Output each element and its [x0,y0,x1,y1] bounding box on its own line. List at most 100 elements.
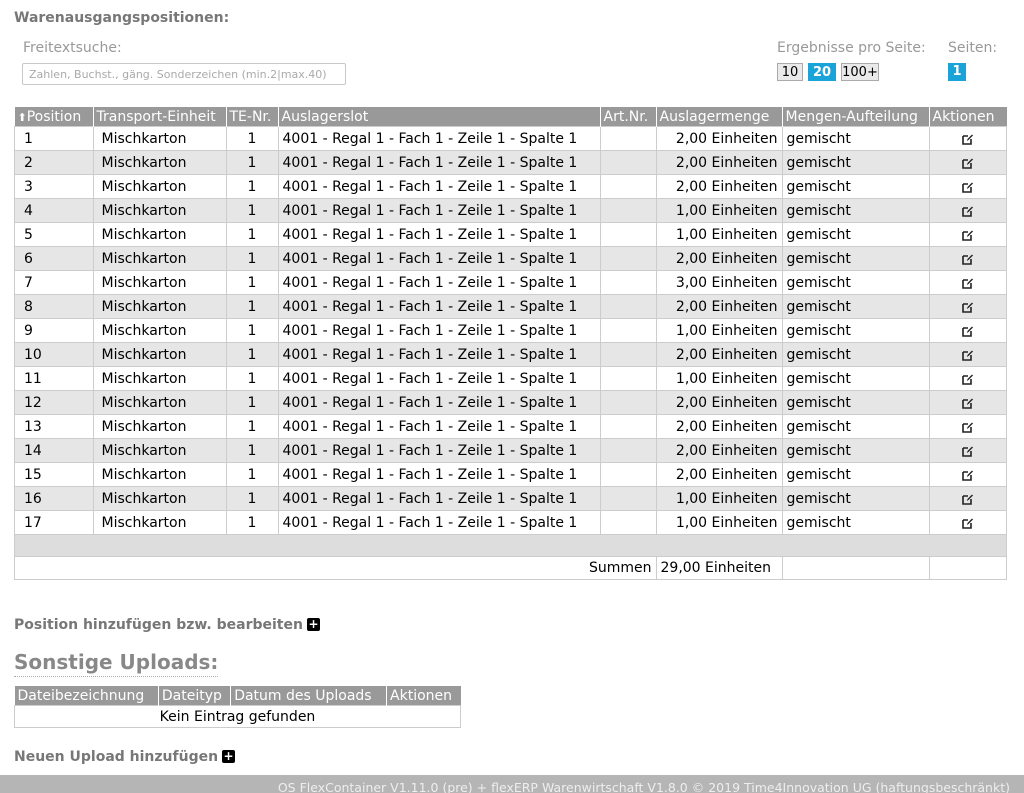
cell-transport-einheit: Mischkarton [92,366,227,391]
edit-icon[interactable] [961,253,974,265]
edit-icon[interactable] [961,349,974,361]
table-spacer-row [14,534,1007,557]
per-page-option-20[interactable]: 20 [808,63,836,81]
edit-icon[interactable] [961,325,974,337]
cell-auslagermenge: 2,00 Einheiten [655,342,783,367]
table-row[interactable]: 8 Mischkarton 1 4001 - Regal 1 - Fach 1 - Z… [14,294,1007,319]
add-upload-link[interactable]: Neuen Upload hinzufügen + [14,749,236,765]
table-row[interactable]: 9 Mischkarton 1 4001 - Regal 1 - Fach 1 - Z… [14,318,1007,343]
cell-auslagerslot: 4001 - Regal 1 - Fach 1 - Zeile 1 - Spal… [277,318,601,343]
cell-position: 11 [14,366,94,391]
cell-mengen-aufteilung: gemischt [781,438,930,463]
edit-icon[interactable] [961,373,974,385]
cell-te-nr: 1 [225,294,279,319]
cell-auslagerslot: 4001 - Regal 1 - Fach 1 - Zeile 1 - Spal… [277,438,601,463]
cell-mengen-aufteilung: gemischt [781,342,930,367]
cell-auslagermenge: 2,00 Einheiten [655,438,783,463]
table-row[interactable]: 3 Mischkarton 1 4001 - Regal 1 - Fach 1 - Z… [14,174,1007,199]
cell-auslagerslot: 4001 - Regal 1 - Fach 1 - Zeile 1 - Spal… [277,462,601,487]
sort-icon[interactable]: ⬆︎ [18,111,27,124]
cell-art-nr [599,174,657,199]
cell-position: 10 [14,342,94,367]
section-title: Warenausgangspositionen: [14,10,230,26]
col-aktionen: Aktionen [928,107,1007,127]
cell-aktionen [928,174,1007,199]
cell-te-nr: 1 [225,246,279,271]
sum-label: Summen [14,556,657,580]
plus-icon[interactable]: + [306,618,320,631]
edit-icon[interactable] [961,157,974,169]
table-row[interactable]: 16 Mischkarton 1 4001 - Regal 1 - Fach 1 - … [14,486,1007,511]
edit-icon[interactable] [961,229,974,241]
table-row[interactable]: 13 Mischkarton 1 4001 - Regal 1 - Fach 1 - … [14,414,1007,439]
edit-icon[interactable] [961,469,974,481]
cell-aktionen [928,366,1007,391]
per-page-option-10[interactable]: 10 [777,63,803,81]
search-input[interactable] [22,63,346,85]
cell-te-nr: 1 [225,126,279,151]
table-row[interactable]: 5 Mischkarton 1 4001 - Regal 1 - Fach 1 - Z… [14,222,1007,247]
cell-auslagermenge: 2,00 Einheiten [655,414,783,439]
edit-icon[interactable] [961,493,974,505]
cell-te-nr: 1 [225,198,279,223]
cell-art-nr [599,198,657,223]
edit-icon[interactable] [961,421,974,433]
per-page-option-100-plus[interactable]: 100+ [841,63,879,81]
edit-icon[interactable] [961,277,974,289]
table-row[interactable]: 14 Mischkarton 1 4001 - Regal 1 - Fach 1 - … [14,438,1007,463]
cell-transport-einheit: Mischkarton [92,126,227,151]
table-row[interactable]: 6 Mischkarton 1 4001 - Regal 1 - Fach 1 - Z… [14,246,1007,271]
page-button-current[interactable]: 1 [948,63,966,81]
cell-art-nr [599,126,657,151]
col-te-nr: TE-Nr. [225,107,278,127]
table-row[interactable]: 1 Mischkarton 1 4001 - Regal 1 - Fach 1 - Z… [14,126,1007,151]
edit-icon[interactable] [961,205,974,217]
edit-icon[interactable] [961,133,974,145]
table-row[interactable]: 15 Mischkarton 1 4001 - Regal 1 - Fach 1 - … [14,462,1007,487]
cell-transport-einheit: Mischkarton [92,294,227,319]
table-row[interactable]: 2 Mischkarton 1 4001 - Regal 1 - Fach 1 - Z… [14,150,1007,175]
edit-icon[interactable] [961,181,974,193]
add-position-link[interactable]: Position hinzufügen bzw. bearbeiten + [14,617,320,633]
cell-transport-einheit: Mischkarton [92,390,227,415]
cell-aktionen [928,270,1007,295]
table-row[interactable]: 4 Mischkarton 1 4001 - Regal 1 - Fach 1 - Z… [14,198,1007,223]
cell-position: 14 [14,438,94,463]
cell-art-nr [599,462,657,487]
edit-icon[interactable] [961,397,974,409]
table-row[interactable]: 7 Mischkarton 1 4001 - Regal 1 - Fach 1 - Z… [14,270,1007,295]
cell-mengen-aufteilung: gemischt [781,486,930,511]
plus-icon[interactable]: + [222,750,236,763]
cell-art-nr [599,414,657,439]
col-auslagermenge: Auslagermenge [655,107,782,127]
cell-transport-einheit: Mischkarton [92,270,227,295]
table-row[interactable]: 12 Mischkarton 1 4001 - Regal 1 - Fach 1 - … [14,390,1007,415]
cell-aktionen [928,510,1007,535]
cell-auslagerslot: 4001 - Regal 1 - Fach 1 - Zeile 1 - Spal… [277,270,601,295]
add-position-label: Position hinzufügen bzw. bearbeiten [14,617,303,633]
table-row[interactable]: 11 Mischkarton 1 4001 - Regal 1 - Fach 1 - … [14,366,1007,391]
cell-transport-einheit: Mischkarton [92,342,227,367]
cell-mengen-aufteilung: gemischt [781,414,930,439]
cell-mengen-aufteilung: gemischt [781,174,930,199]
pages-label: Seiten: [948,40,998,56]
cell-art-nr [599,318,657,343]
cell-auslagermenge: 1,00 Einheiten [655,318,783,343]
col-transport-einheit: Transport-Einheit [92,107,226,127]
cell-auslagerslot: 4001 - Regal 1 - Fach 1 - Zeile 1 - Spal… [277,414,601,439]
cell-art-nr [599,342,657,367]
cell-aktionen [928,486,1007,511]
cell-transport-einheit: Mischkarton [92,414,227,439]
col-position[interactable]: ⬆︎Position [14,107,93,127]
table-row[interactable]: 17 Mischkarton 1 4001 - Regal 1 - Fach 1 - … [14,510,1007,535]
table-row[interactable]: 10 Mischkarton 1 4001 - Regal 1 - Fach 1 - … [14,342,1007,367]
cell-auslagerslot: 4001 - Regal 1 - Fach 1 - Zeile 1 - Spal… [277,366,601,391]
edit-icon[interactable] [961,517,974,529]
edit-icon[interactable] [961,445,974,457]
cell-auslagermenge: 2,00 Einheiten [655,246,783,271]
cell-art-nr [599,294,657,319]
cell-transport-einheit: Mischkarton [92,486,227,511]
cell-position: 15 [14,462,94,487]
edit-icon[interactable] [961,301,974,313]
cell-aktionen [928,294,1007,319]
